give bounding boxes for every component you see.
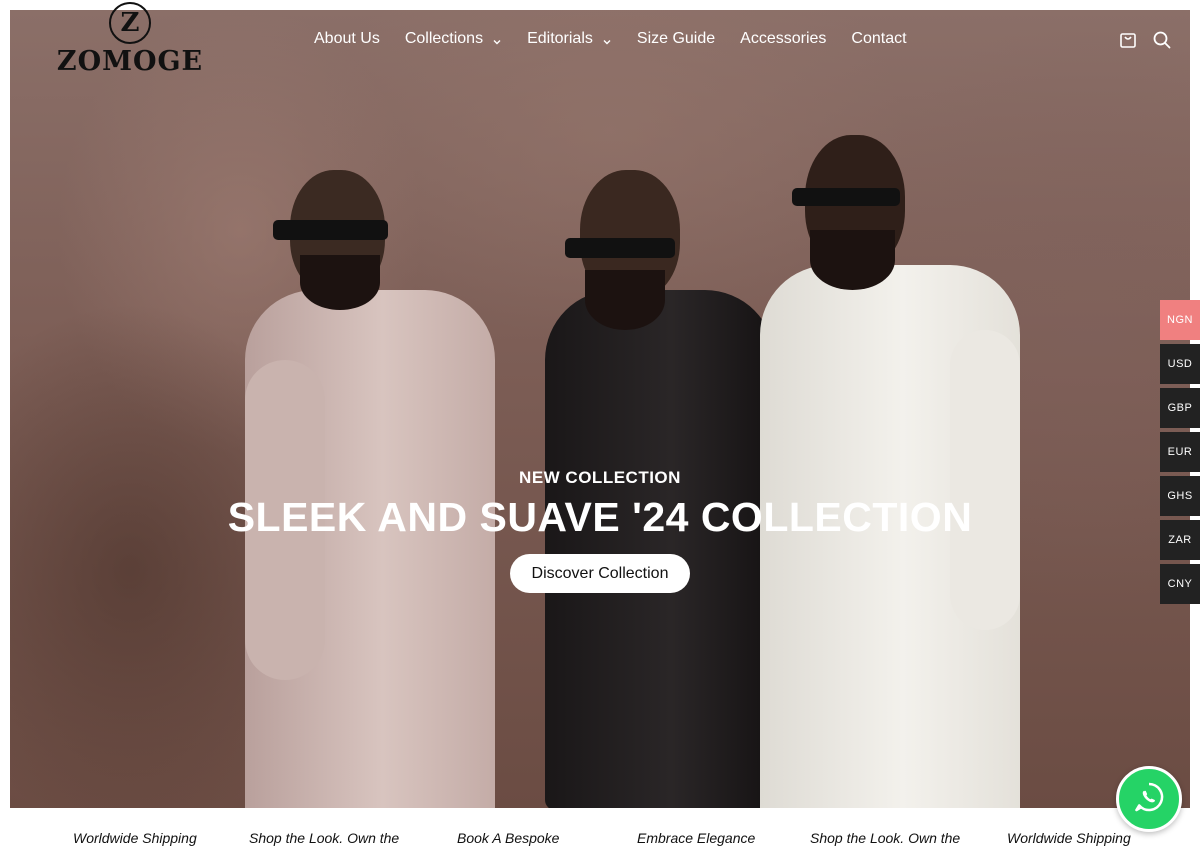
currency-ngn[interactable]: NGN (1160, 300, 1200, 340)
shopping-bag-icon[interactable] (1118, 30, 1138, 50)
currency-zar[interactable]: ZAR (1160, 520, 1200, 560)
nav-item-accessories[interactable]: Accessories (740, 30, 826, 48)
brand-wordmark: ZOMOGE (56, 46, 204, 77)
nav-item-label: About Us (314, 30, 380, 47)
nav-item-contact[interactable]: Contact (851, 30, 906, 48)
search-icon[interactable] (1152, 30, 1172, 50)
currency-switcher: NGN USD GBP EUR GHS ZAR CNY (1160, 300, 1200, 608)
chevron-down-icon (602, 34, 612, 45)
nav-item-label: Size Guide (636, 30, 716, 47)
whatsapp-chat-button[interactable] (1116, 766, 1182, 832)
discover-collection-button[interactable]: Discover Collection (510, 554, 690, 593)
main-nav: About Us Collections Editorials Size Gui… (314, 28, 932, 50)
marquee-item: Book A Bespoke (457, 830, 560, 846)
nav-item-size-guide[interactable]: Size Guide (637, 30, 715, 48)
currency-eur[interactable]: EUR (1160, 432, 1200, 472)
brand-monogram: Z (109, 2, 151, 44)
nav-item-collections[interactable]: Collections (405, 30, 502, 48)
announcement-marquee: Worldwide Shipping Shop the Look. Own th… (0, 826, 1200, 850)
nav-item-label: Accessories (740, 30, 827, 47)
brand-logo[interactable]: Z ZOMOGE (55, 0, 205, 80)
currency-gbp[interactable]: GBP (1160, 388, 1200, 428)
marquee-item: Worldwide Shipping (73, 830, 197, 846)
currency-ghs[interactable]: GHS (1160, 476, 1200, 516)
hero-eyebrow: NEW COLLECTION (519, 468, 681, 487)
marquee-item: Shop the Look. Own the (249, 830, 400, 846)
marquee-item: Embrace Elegance (637, 830, 756, 846)
whatsapp-icon (1132, 780, 1166, 819)
hero-title: SLEEK AND SUAVE '24 COLLECTION (227, 494, 973, 540)
currency-cny[interactable]: CNY (1160, 564, 1200, 604)
marquee-item: Shop the Look. Own the (810, 830, 961, 846)
chevron-down-icon (492, 34, 502, 45)
currency-usd[interactable]: USD (1160, 344, 1200, 384)
nav-item-label: Contact (851, 30, 907, 47)
nav-item-editorials[interactable]: Editorials (527, 30, 612, 48)
nav-item-label: Editorials (527, 30, 593, 47)
hero-banner (10, 10, 1190, 808)
nav-item-about-us[interactable]: About Us (314, 30, 380, 48)
marquee-item: Worldwide Shipping (1007, 830, 1131, 846)
nav-item-label: Collections (404, 30, 484, 47)
